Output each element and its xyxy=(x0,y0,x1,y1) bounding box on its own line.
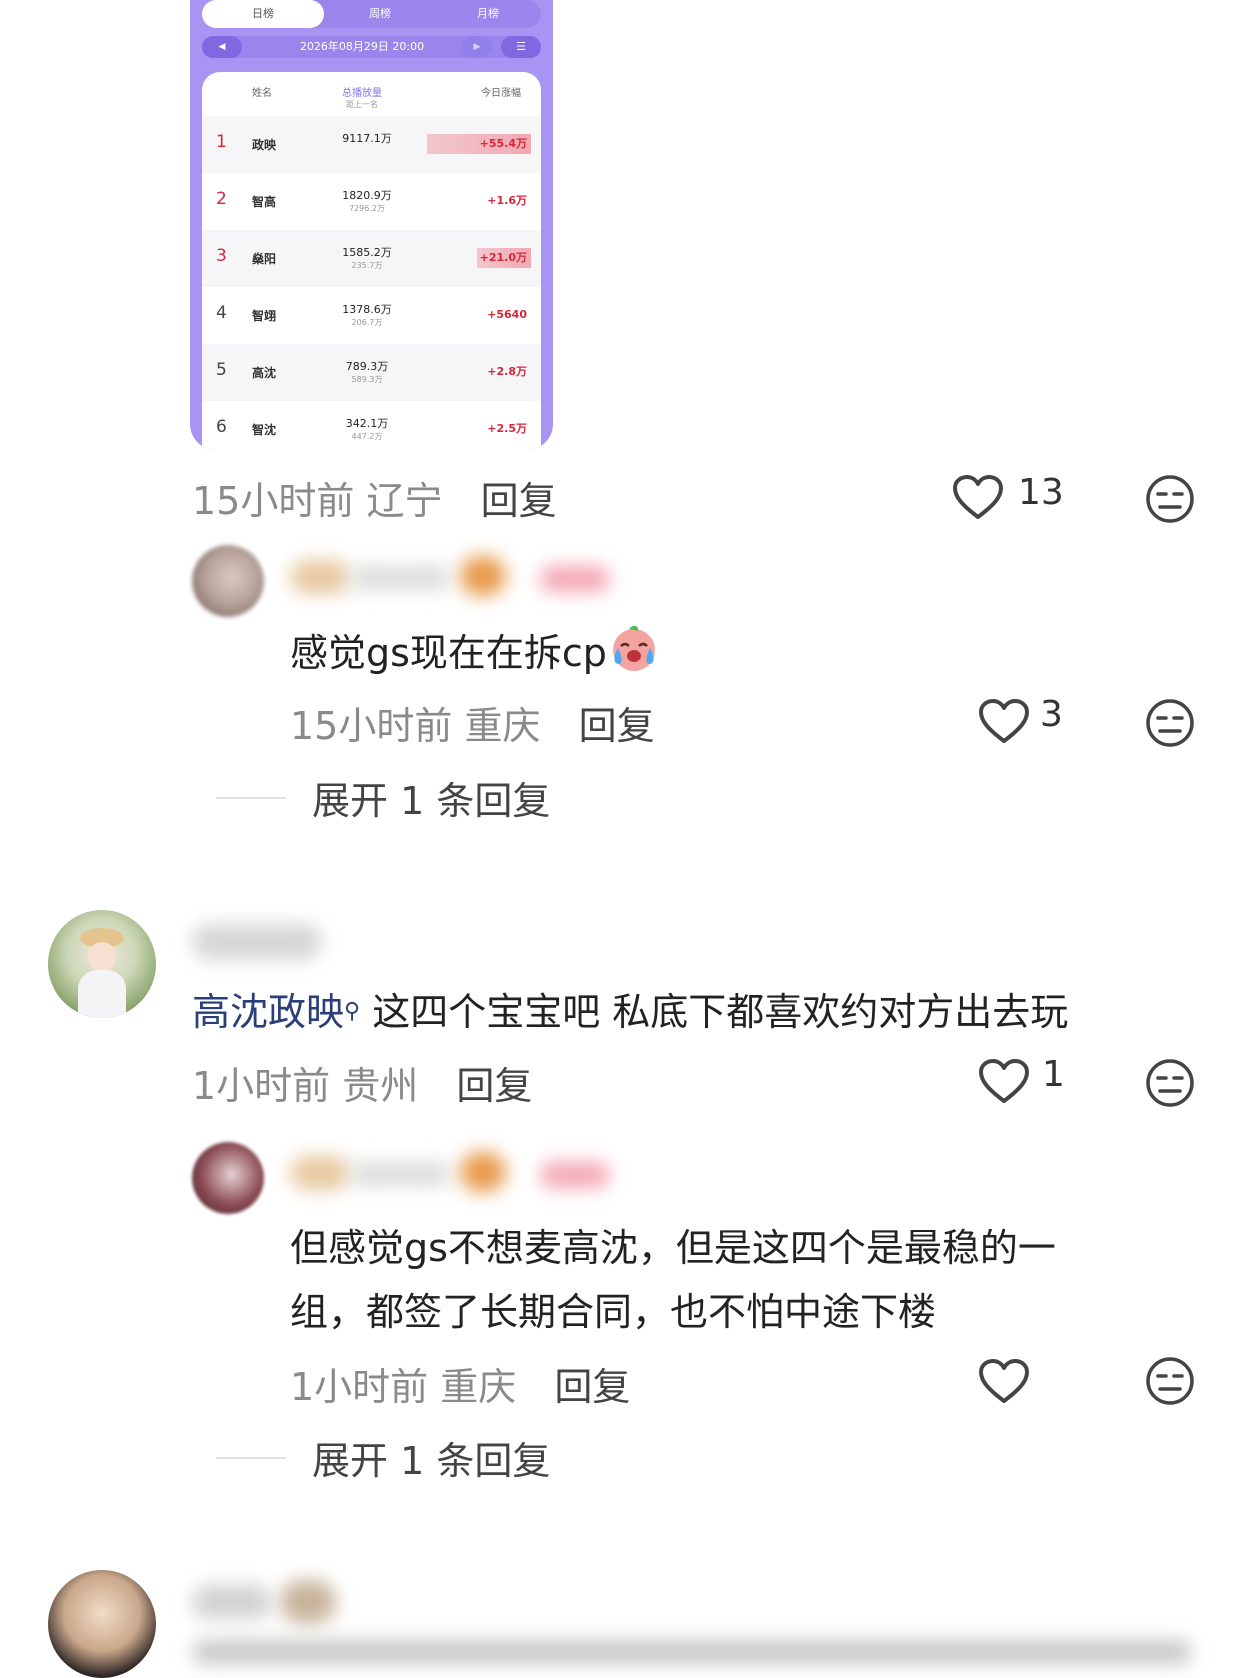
blurred-username xyxy=(350,1162,450,1186)
date-bar: ◀ 2026年08月29日 20:00 ▶ ☰ xyxy=(202,36,541,58)
reply-meta: 1小时前 重庆 回复 xyxy=(290,1356,630,1411)
rank-name: 智沈 xyxy=(252,423,277,437)
rank-row: 6 智沈 342.1万 447.2万 +2.5万 xyxy=(202,401,541,450)
date-text: 2026年08月29日 20:00 xyxy=(299,40,425,53)
blurred-badge xyxy=(540,566,610,592)
tab-month: 月榜 xyxy=(477,7,499,20)
neutral-face-icon[interactable] xyxy=(1145,474,1195,524)
next-arrow-icon: ▶ xyxy=(462,36,492,58)
avatar[interactable] xyxy=(192,1142,264,1214)
comment-time: 1小时前 xyxy=(192,1064,331,1108)
heart-icon[interactable] xyxy=(952,474,1004,520)
rank-number: 4 xyxy=(216,303,227,323)
like-count: 3 xyxy=(1040,694,1063,735)
divider xyxy=(216,1457,286,1459)
blurred-badge xyxy=(460,1152,506,1192)
like-count: 1 xyxy=(1042,1054,1065,1095)
ranking-screenshot[interactable]: 日榜 周榜 月榜 ◀ 2026年08月29日 20:00 ▶ ☰ 姓名 总播放量… xyxy=(190,0,553,450)
blurred-username xyxy=(192,1585,272,1619)
crying-emoji xyxy=(612,625,655,671)
rank-today: +5640 xyxy=(487,308,527,321)
rank-total: 1820.9万 7296.2万 xyxy=(342,189,392,213)
rank-row: 4 智翊 1378.6万 206.7万 +5640 xyxy=(202,287,541,344)
blurred-username xyxy=(192,924,322,960)
neutral-face-icon[interactable] xyxy=(1145,1356,1195,1406)
reply-text: 但感觉gs不想麦高沈，但是这四个是最稳的一 组，都签了长期合同，也不怕中途下楼 xyxy=(290,1226,1056,1334)
rank-number: 1 xyxy=(216,132,227,152)
comment-meta: 15小时前 辽宁 回复 xyxy=(192,470,557,525)
reply-text: 感觉gs现在在拆cp xyxy=(290,620,661,685)
blurred-username xyxy=(290,1156,350,1190)
neutral-face-icon[interactable] xyxy=(1145,698,1195,748)
blurred-badge xyxy=(280,1580,336,1624)
rank-total: 342.1万 447.2万 xyxy=(345,417,389,441)
reply-button[interactable]: 回复 xyxy=(481,479,557,523)
rank-total: 1585.2万 235.7万 xyxy=(342,246,392,270)
menu-icon: ☰ xyxy=(501,36,541,58)
rank-name: 政映 xyxy=(252,138,277,152)
tab-week: 周榜 xyxy=(369,7,391,20)
rank-row: 2 智高 1820.9万 7296.2万 +1.6万 xyxy=(202,173,541,230)
heart-icon[interactable] xyxy=(978,698,1030,744)
reply-button[interactable]: 回复 xyxy=(579,704,655,748)
rank-name: 智高 xyxy=(252,195,277,209)
blurred-username xyxy=(290,560,350,594)
prev-arrow-icon: ◀ xyxy=(202,36,242,58)
rank-total: 9117.1万 xyxy=(342,132,392,145)
comment-location: 辽宁 xyxy=(366,479,443,523)
rank-header: 姓名 总播放量 距上一名 今日涨幅 xyxy=(202,72,541,116)
comment-meta: 1小时前 贵州 回复 xyxy=(192,1055,532,1110)
blurred-comment-text xyxy=(192,1640,1192,1664)
heart-icon[interactable] xyxy=(978,1358,1030,1404)
rank-today: +21.0万 xyxy=(477,248,531,268)
like-count: 13 xyxy=(1018,472,1064,513)
rank-number: 6 xyxy=(216,417,227,437)
expand-replies-button[interactable]: 展开 1 条回复 xyxy=(312,770,550,825)
period-tabs: 日榜 周榜 月榜 xyxy=(202,0,541,28)
rank-total: 789.3万 589.3万 xyxy=(345,360,389,384)
header-name: 姓名 xyxy=(252,88,272,99)
reply-button[interactable]: 回复 xyxy=(554,1365,630,1409)
rank-today: +1.6万 xyxy=(487,194,527,207)
search-icon[interactable]: ⚲ xyxy=(344,999,360,1024)
comment-time: 1小时前 xyxy=(290,1365,429,1409)
rank-total: 1378.6万 206.7万 xyxy=(342,303,392,327)
blurred-badge xyxy=(460,556,506,596)
comment-time: 15小时前 xyxy=(290,704,453,748)
reply-meta: 15小时前 重庆 回复 xyxy=(290,695,655,750)
expand-replies-button[interactable]: 展开 1 条回复 xyxy=(312,1430,550,1485)
avatar[interactable] xyxy=(48,910,156,1018)
divider xyxy=(216,797,286,799)
rank-number: 2 xyxy=(216,189,227,209)
rank-table: 姓名 总播放量 距上一名 今日涨幅 1 政映 9117.1万 +55.4万 2 智… xyxy=(202,72,541,450)
rank-today: +55.4万 xyxy=(427,134,531,154)
avatar[interactable] xyxy=(192,545,264,617)
avatar[interactable] xyxy=(48,1570,156,1678)
header-total: 总播放量 距上一名 xyxy=(342,88,382,109)
mention-link[interactable]: 高沈政映 xyxy=(192,990,344,1034)
comment-location: 贵州 xyxy=(342,1064,419,1108)
header-today: 今日涨幅 xyxy=(481,88,521,99)
blurred-badge xyxy=(540,1162,610,1188)
rank-row: 5 高沈 789.3万 589.3万 +2.8万 xyxy=(202,344,541,401)
rank-today: +2.8万 xyxy=(487,365,527,378)
rank-name: 智翊 xyxy=(252,309,277,323)
rank-row: 1 政映 9117.1万 +55.4万 xyxy=(202,116,541,173)
blurred-username xyxy=(350,566,450,590)
rank-name: 高沈 xyxy=(252,366,277,380)
comment-location: 重庆 xyxy=(464,704,541,748)
rank-number: 5 xyxy=(216,360,227,380)
rank-name: 燊阳 xyxy=(252,252,277,266)
comment-location: 重庆 xyxy=(440,1365,517,1409)
rank-number: 3 xyxy=(216,246,227,266)
comment-time: 15小时前 xyxy=(192,479,355,523)
heart-icon[interactable] xyxy=(978,1058,1030,1104)
tab-day: 日榜 xyxy=(202,0,324,28)
rank-row: 3 燊阳 1585.2万 235.7万 +21.0万 xyxy=(202,230,541,287)
reply-button[interactable]: 回复 xyxy=(456,1064,532,1108)
rank-today: +2.5万 xyxy=(487,422,527,435)
comment-text: 高沈政映⚲ 这四个宝宝吧 私底下都喜欢约对方出去玩 xyxy=(192,990,1069,1034)
neutral-face-icon[interactable] xyxy=(1145,1058,1195,1108)
